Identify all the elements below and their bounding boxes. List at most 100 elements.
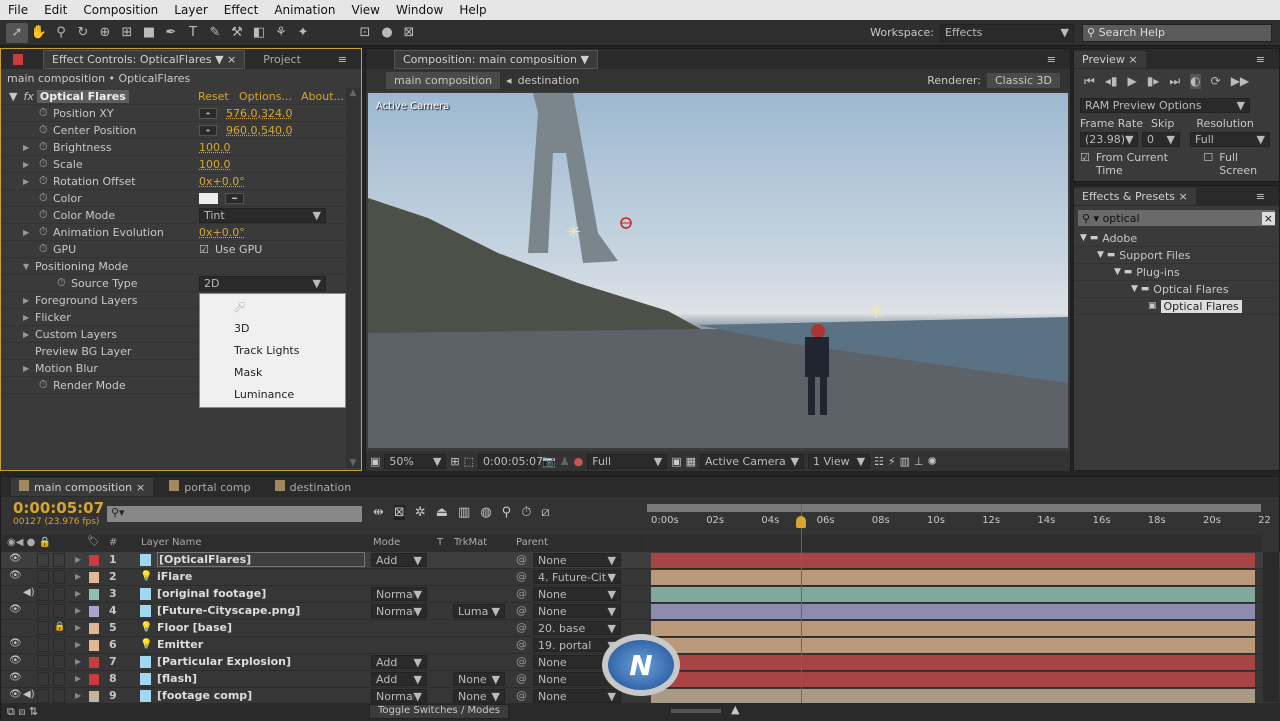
timeline-search-input[interactable]: ⚲▾ [107,506,362,522]
work-area-bar[interactable] [647,504,1261,512]
composition-viewer[interactable]: ✳ ✳ Active Camera [368,93,1068,448]
time-ruler[interactable]: 0:00s 02s 04s 06s 08s 10s 12s 14s 16s 18s 20s 22 [647,513,1271,533]
visibility-eye-icon[interactable]: 👁 [9,570,22,581]
menu-composition[interactable]: Composition [75,3,166,17]
layer-name[interactable]: [OpticalFlares] [157,552,365,567]
layer-name[interactable]: Floor [base] [157,621,232,634]
lock-toggle[interactable] [53,689,65,703]
param-value[interactable]: 100.0 [199,158,231,171]
crumb-destination[interactable]: destination [518,74,580,87]
tab-preview[interactable]: Preview × [1074,50,1146,68]
trkmat-select[interactable]: None ▼ [453,672,505,686]
layer-name[interactable]: [Particular Explosion] [157,655,291,668]
tab-effect-controls[interactable]: Effect Controls: OpticalFlares ▼ × [43,49,246,69]
label-color-swatch[interactable] [89,691,99,702]
timeline-icon[interactable]: ▥ [900,455,910,468]
expand-arrow-icon[interactable]: ▶ [75,674,81,683]
header-layer-name[interactable]: Layer Name [141,537,202,548]
stopwatch-icon[interactable]: ⏱ [39,106,48,120]
visibility-eye-icon[interactable]: 👁 [9,638,22,649]
menu-view[interactable]: View [344,3,388,17]
lock-toggle[interactable] [53,587,65,601]
parent-select[interactable]: 20. base ▼ [533,621,621,635]
layer-duration-bar[interactable] [651,672,1255,687]
last-frame-icon[interactable]: ⏭ [1169,74,1180,89]
expand-arrow-icon[interactable]: ▶ [75,691,81,700]
param-value[interactable]: 0x+0.0° [199,226,245,239]
audio-icon[interactable]: ◀) [23,587,35,598]
tree-item[interactable]: ▼ ▬ Plug-ins [1074,264,1279,281]
layer-duration-bar[interactable] [651,621,1255,636]
zoom-select[interactable]: 50% ▼ [384,453,447,469]
type-tool-icon[interactable]: T [182,23,204,43]
color-swatch[interactable] [199,192,218,204]
full-screen-checkbox[interactable]: ☐ [1203,151,1213,177]
playhead-handle-icon[interactable] [796,516,807,528]
fast-previews-icon[interactable]: ⚡ [888,455,896,468]
transparency-grid-icon[interactable]: ▦ [686,455,696,468]
trkmat-select[interactable]: Luma ▼ [453,604,505,618]
pickwhip-icon[interactable]: @ [516,638,527,651]
timeline-scrollbar[interactable] [1263,552,1279,702]
param-select[interactable]: 2D ▼ [199,275,326,291]
mode-select[interactable]: Normal ▼ [371,689,427,703]
brainstorm-icon[interactable]: ◍ [480,505,491,520]
ram-preview-icon[interactable]: ▶▶ [1231,74,1249,89]
label-color-swatch[interactable] [89,674,99,685]
parent-select[interactable]: 4. Future-Cit ▼ [533,570,621,584]
timeline-tab-destination[interactable]: destination [267,478,360,496]
tab-effects-presets[interactable]: Effects & Presets × [1074,187,1196,205]
stopwatch-icon[interactable]: ⏱ [57,276,66,290]
mode-select[interactable]: Add ▼ [371,672,427,686]
ram-preview-options-select[interactable]: RAM Preview Options ▼ [1080,98,1250,113]
motion-blur-icon[interactable]: ▥ [458,505,470,520]
axis-mode-icon[interactable]: ⊡ [354,23,376,43]
layer-name[interactable]: Emitter [157,638,203,651]
parent-select[interactable]: None▼ [533,604,621,618]
expand-arrow-icon[interactable]: ▶ [23,296,29,305]
expand-arrow-icon[interactable]: ▶ [23,143,29,152]
lock-toggle[interactable] [53,672,65,686]
label-color-swatch[interactable] [89,606,99,617]
timecode[interactable]: 0:00:05:07 00127 (23.976 fps) [13,499,104,527]
lock-toggle[interactable] [53,570,65,584]
audio-icon[interactable]: ◀) [23,689,35,700]
layer-duration-bar[interactable] [651,638,1255,653]
expand-arrow-icon[interactable]: ▶ [23,330,29,339]
world-axis-icon[interactable]: ● [376,23,398,43]
label-color-swatch[interactable] [89,657,99,668]
solo-toggle[interactable] [37,604,49,618]
comp-mini-flowchart-icon[interactable]: ⇹ [373,505,384,520]
hide-shy-layers-icon[interactable]: ✲ [415,505,426,520]
label-color-swatch[interactable] [89,572,99,583]
visibility-eye-icon[interactable]: 👁 [9,672,22,683]
stopwatch-icon[interactable]: ⏱ [521,505,531,520]
layer-duration-bar[interactable] [651,689,1255,704]
panel-menu-icon[interactable]: ≡ [338,53,347,66]
expand-arrow-icon[interactable]: ▶ [75,606,81,615]
expand-arrow-icon[interactable]: ▶ [75,572,81,581]
stopwatch-icon[interactable]: ⏱ [39,174,48,188]
layer-duration-bar[interactable] [651,604,1255,619]
layer-duration-bar[interactable] [651,570,1255,585]
effect-controls-scrollbar[interactable]: ▲ ▼ [346,88,360,468]
snapshot-icon[interactable]: 📷 [542,455,556,468]
parent-select[interactable]: None▼ [533,587,621,601]
mode-select[interactable]: Normal ▼ [371,604,427,618]
camera-view-select[interactable]: Active Camera ▼ [700,453,805,469]
expanded-arrow-icon[interactable]: ▼ [23,262,29,271]
mask-view-icon[interactable]: ⬚ [464,455,474,468]
brush-tool-icon[interactable]: ✎ [204,23,226,43]
clear-search-icon[interactable]: × [1261,211,1275,225]
grid-icon[interactable]: ⊞ [450,455,459,468]
previous-frame-icon[interactable]: ◂▮ [1105,74,1118,89]
pickwhip-icon[interactable]: @ [516,621,527,634]
next-frame-icon[interactable]: ▮▸ [1147,74,1160,89]
expand-arrow-icon[interactable]: ▶ [23,177,29,186]
roto-brush-icon[interactable]: ⚘ [270,23,292,43]
frame-rate-select[interactable]: (23.98) ▼ [1080,132,1138,147]
mode-select[interactable]: Normal ▼ [371,587,427,601]
clone-tool-icon[interactable]: ⚒ [226,23,248,43]
expand-arrow-icon[interactable]: ▶ [23,228,29,237]
layer-name[interactable]: [Future-Cityscape.png] [157,604,300,617]
